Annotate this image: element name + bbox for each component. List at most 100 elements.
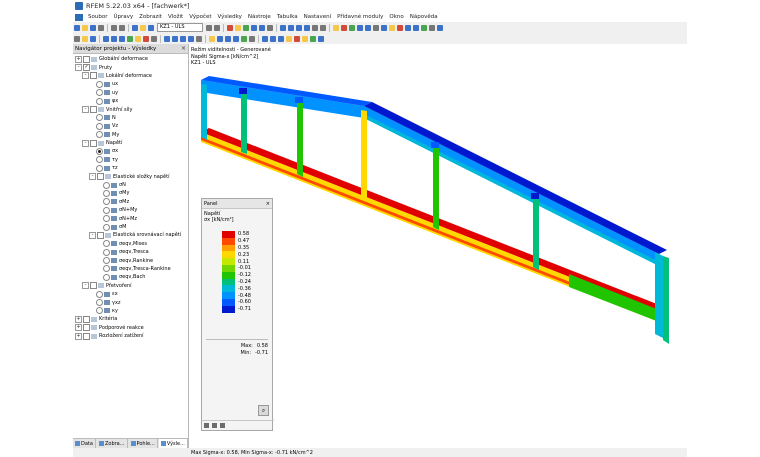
tree-item[interactable]: φx: [73, 97, 188, 105]
checkbox[interactable]: [83, 315, 90, 323]
solid-icon[interactable]: [421, 24, 427, 31]
divide-icon[interactable]: [188, 35, 194, 42]
expander-icon[interactable]: +: [75, 55, 82, 63]
checkbox[interactable]: [83, 324, 90, 332]
visibility-icon[interactable]: [217, 35, 223, 42]
zoom-icon[interactable]: [312, 24, 318, 31]
z-axis-icon[interactable]: [278, 35, 284, 42]
tab-views[interactable]: Pohle...: [129, 439, 158, 448]
tree-item[interactable]: σeqv,Tresca: [73, 248, 188, 256]
menu-napoveda[interactable]: Nápověda: [407, 14, 441, 20]
node-icon[interactable]: [357, 24, 363, 31]
radio-button[interactable]: [96, 164, 103, 172]
menu-okno[interactable]: Okno: [386, 14, 406, 20]
new-file-icon[interactable]: [74, 24, 80, 31]
radio-button[interactable]: [103, 248, 110, 256]
expander-icon[interactable]: +: [75, 315, 82, 323]
tree-item[interactable]: - Elastická srovnávací napětí: [73, 231, 188, 239]
tab-display[interactable]: Zobra...: [97, 439, 128, 448]
expander-icon[interactable]: -: [82, 282, 89, 290]
tree-item[interactable]: - Napětí: [73, 139, 188, 147]
tree-item[interactable]: σMy: [73, 189, 188, 197]
x-axis-icon[interactable]: [262, 35, 268, 42]
menu-vysledky[interactable]: Výsledky: [215, 14, 245, 20]
measure-icon[interactable]: [209, 35, 215, 42]
panel-settings-icon[interactable]: [212, 423, 217, 428]
calculate-icon[interactable]: [132, 24, 138, 31]
radio-button[interactable]: [96, 307, 103, 315]
tree-item[interactable]: + Kritéria: [73, 315, 188, 323]
tree-item[interactable]: + Globální deformace: [73, 55, 188, 63]
tree-item[interactable]: - Přetvoření: [73, 282, 188, 290]
tree-item[interactable]: γxz: [73, 298, 188, 307]
radio-button[interactable]: [96, 156, 103, 164]
copy-icon[interactable]: [164, 35, 170, 42]
panel-color-scale-icon[interactable]: [204, 423, 209, 428]
check-icon[interactable]: [310, 35, 316, 42]
tree-item[interactable]: + Rozložení zatížení: [73, 332, 188, 340]
radio-button[interactable]: [103, 240, 110, 248]
tree-item[interactable]: My: [73, 131, 188, 139]
tree-item[interactable]: Vz: [73, 122, 188, 130]
radio-button[interactable]: [103, 198, 110, 206]
menu-zobrazit[interactable]: Zobrazit: [136, 14, 165, 20]
surface-results-icon[interactable]: [259, 24, 265, 31]
new-node-icon[interactable]: [103, 35, 109, 42]
panel-filter-icon[interactable]: [220, 423, 225, 428]
table-icon[interactable]: [148, 24, 154, 31]
redo-icon[interactable]: [119, 24, 125, 31]
radio-button[interactable]: [103, 206, 110, 214]
tab-data[interactable]: Data: [73, 439, 96, 448]
tree-item[interactable]: N: [73, 114, 188, 122]
expander-icon[interactable]: -: [75, 64, 82, 72]
checkbox[interactable]: [97, 173, 104, 181]
line-icon[interactable]: [365, 24, 371, 31]
checkbox[interactable]: [83, 55, 90, 63]
radio-button[interactable]: [103, 223, 110, 231]
expander-icon[interactable]: +: [75, 324, 82, 332]
surface-icon[interactable]: [413, 24, 419, 31]
new-surface-icon[interactable]: [127, 35, 133, 42]
radio-button[interactable]: [96, 114, 103, 122]
navigator-close-icon[interactable]: ×: [181, 45, 186, 52]
tree-item[interactable]: τy: [73, 156, 188, 164]
tree-item[interactable]: uy: [73, 89, 188, 97]
stress-icon[interactable]: [397, 24, 403, 31]
radio-button[interactable]: [96, 147, 103, 155]
tree-item[interactable]: σM: [73, 223, 188, 231]
wireframe-icon[interactable]: [225, 35, 231, 42]
tree-item[interactable]: κy: [73, 307, 188, 315]
radio-button[interactable]: [103, 215, 110, 223]
radio-button[interactable]: [103, 257, 110, 265]
expander-icon[interactable]: -: [82, 139, 89, 147]
expander-icon[interactable]: -: [89, 231, 96, 239]
radio-button[interactable]: [103, 181, 110, 189]
tree-item[interactable]: - Vnitřní síly: [73, 105, 188, 114]
radio-button[interactable]: [96, 290, 103, 298]
transparent-icon[interactable]: [241, 35, 247, 42]
panel-close-icon[interactable]: ×: [266, 201, 270, 207]
radio-button[interactable]: [103, 265, 110, 273]
mirror-icon[interactable]: [180, 35, 186, 42]
deformation-icon[interactable]: [243, 24, 249, 31]
radio-button[interactable]: [96, 80, 103, 88]
tree-item[interactable]: σN+My: [73, 206, 188, 214]
tree-item[interactable]: σeqv,Tresca-Rankine: [73, 265, 188, 273]
member-results-icon[interactable]: [251, 24, 257, 31]
previous-loadcase-icon[interactable]: [206, 24, 212, 31]
radio-button[interactable]: [103, 189, 110, 197]
menu-vypocet[interactable]: Výpočet: [186, 14, 214, 20]
next-loadcase-icon[interactable]: [214, 24, 220, 31]
radio-button[interactable]: [96, 299, 103, 307]
expander-icon[interactable]: -: [89, 173, 96, 181]
y-axis-icon[interactable]: [270, 35, 276, 42]
tree-item[interactable]: σx: [73, 147, 188, 155]
menu-logo-icon[interactable]: [75, 13, 83, 21]
expander-icon[interactable]: +: [75, 332, 82, 340]
menu-soubor[interactable]: Soubor: [85, 14, 110, 20]
tree-item[interactable]: - Lokální deformace: [73, 72, 188, 80]
radio-button[interactable]: [103, 273, 110, 281]
solid-view-icon[interactable]: [233, 35, 239, 42]
pan-icon[interactable]: [82, 35, 88, 42]
new-hinge-icon[interactable]: [151, 35, 157, 42]
